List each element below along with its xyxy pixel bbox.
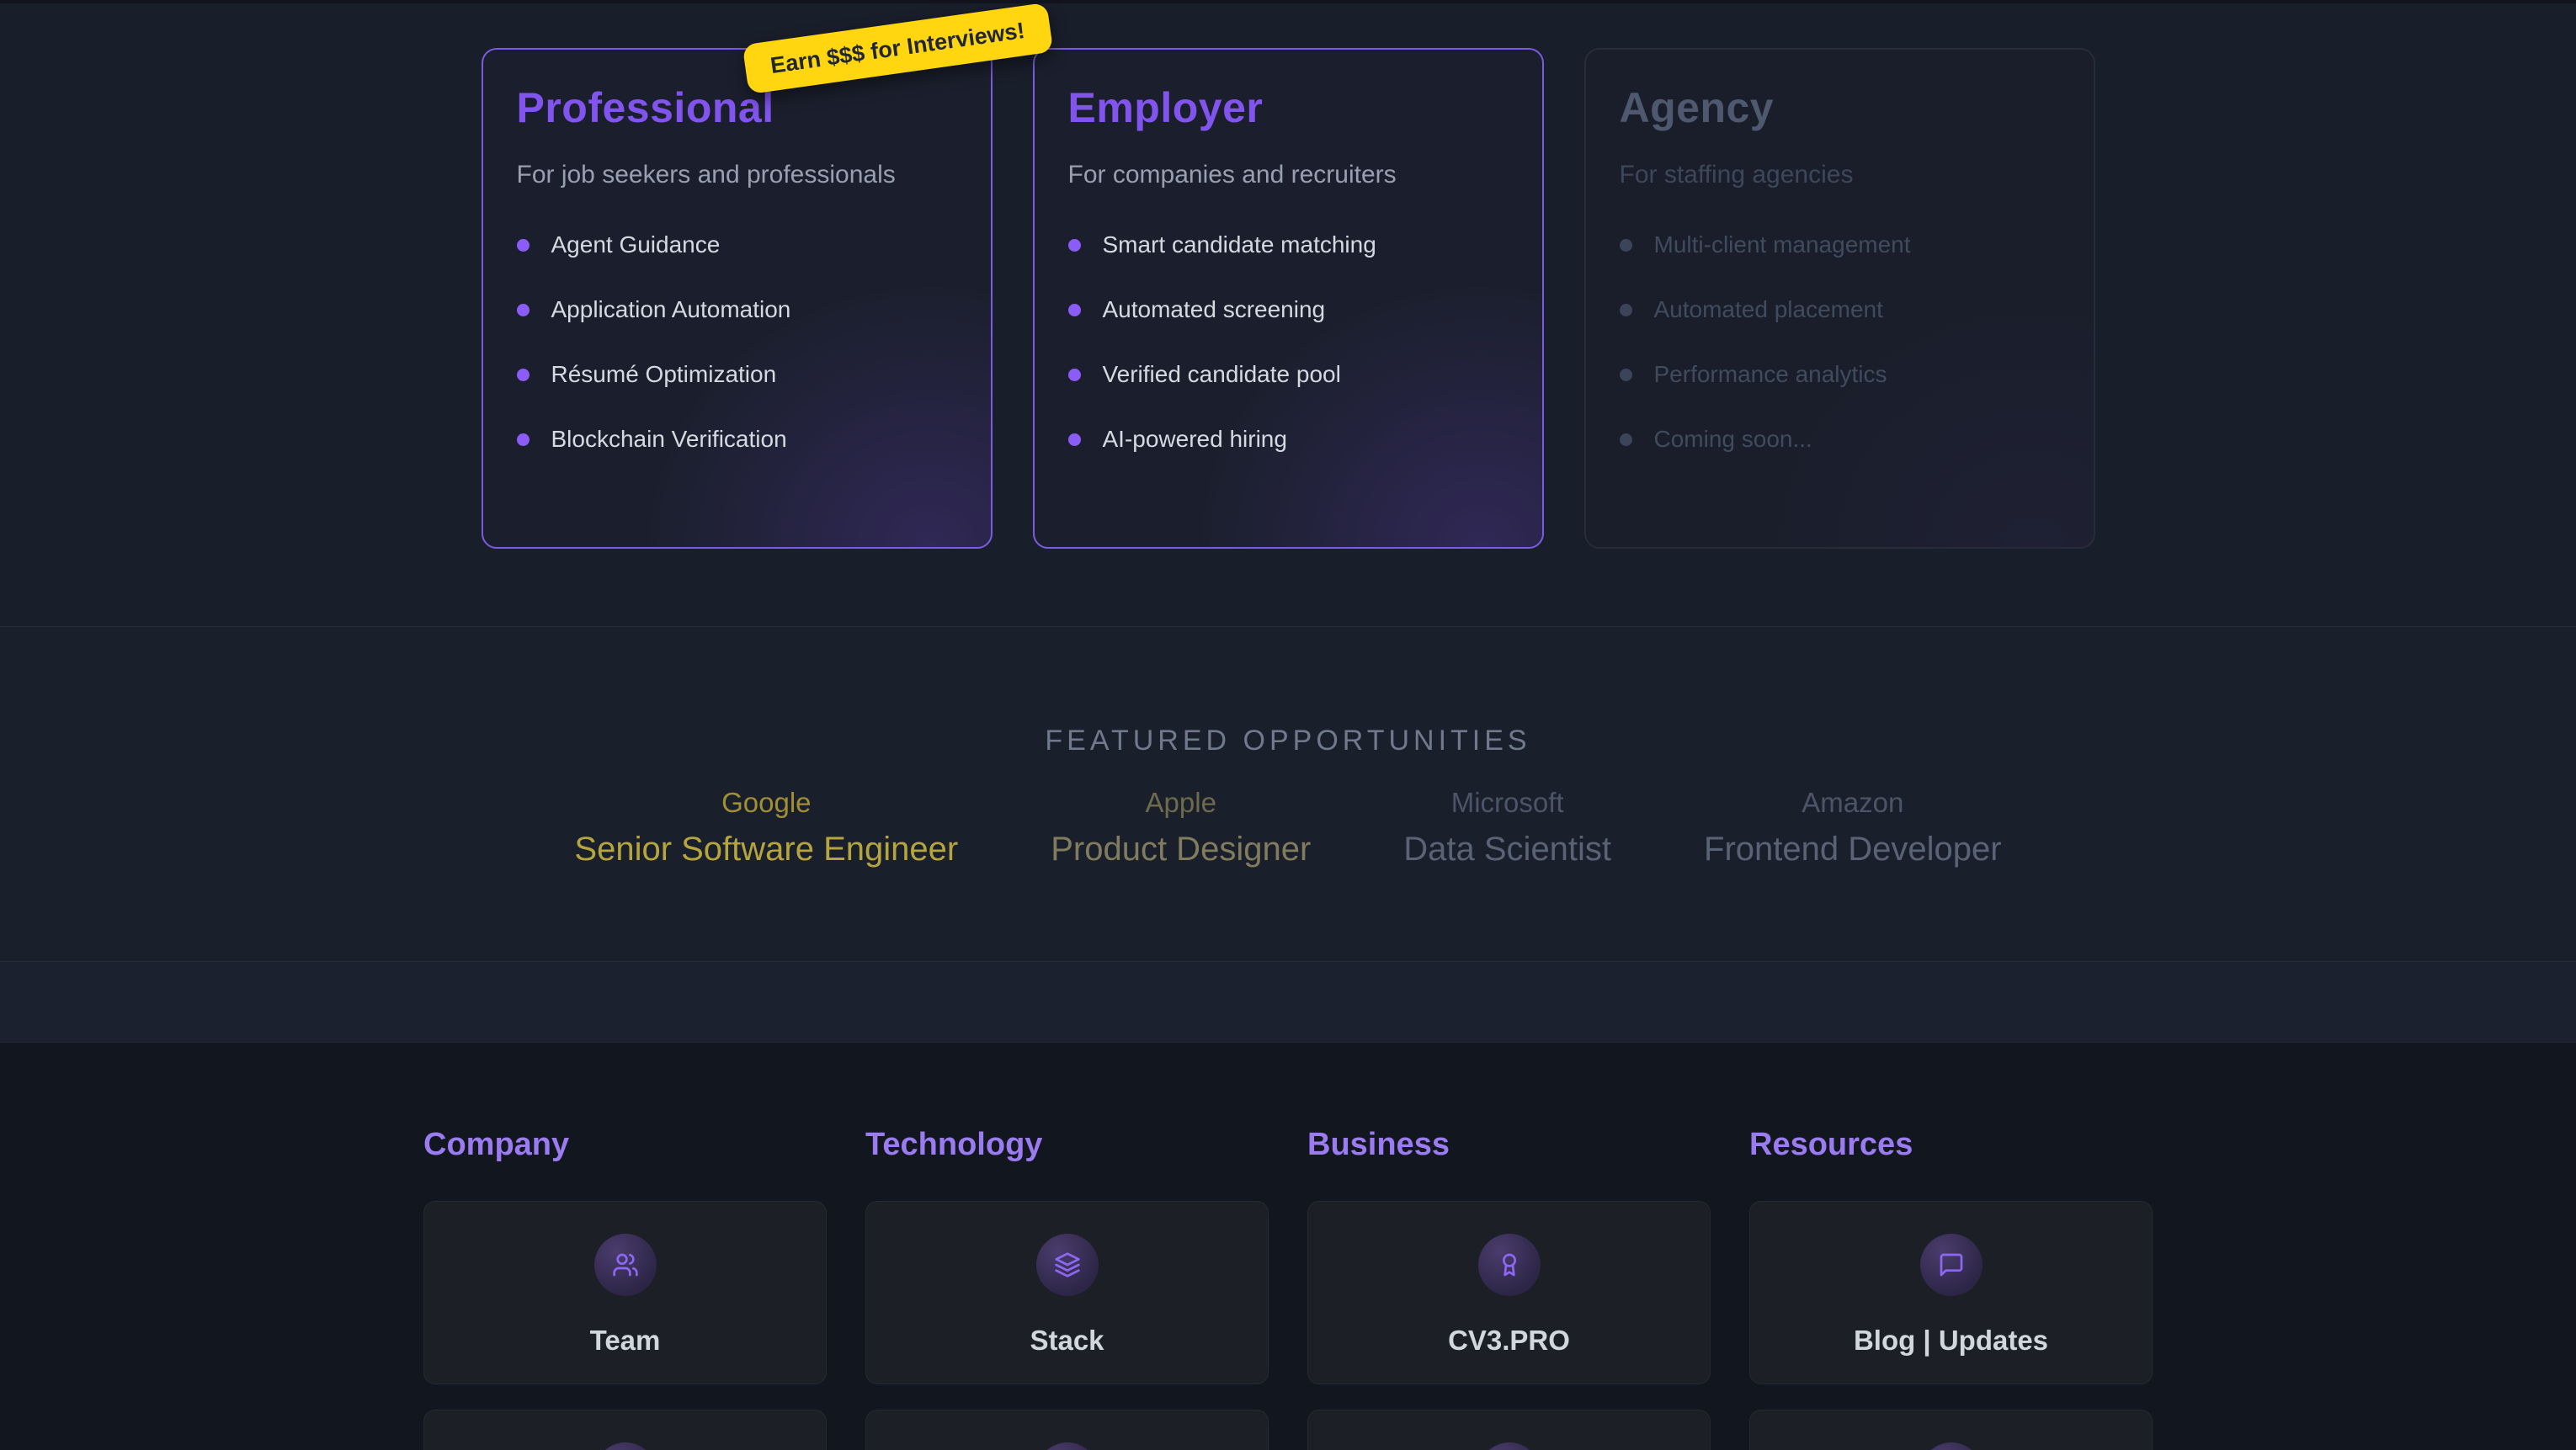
bullet-icon <box>517 304 530 316</box>
job-title: Senior Software Engineer <box>574 830 958 868</box>
bullet-icon <box>517 433 530 446</box>
plan-feature-label: Agent Guidance <box>551 231 721 258</box>
footer-card-partial[interactable] <box>423 1410 827 1450</box>
job-title: Frontend Developer <box>1704 830 2002 868</box>
job-company: Amazon <box>1704 786 2002 820</box>
footer-card-label: Stack <box>1030 1325 1104 1357</box>
plan-feature-label: Automated placement <box>1654 296 1883 323</box>
footer-card-cv3pro[interactable]: CV3.PRO <box>1307 1201 1711 1384</box>
footer-card-partial[interactable] <box>1749 1410 2153 1450</box>
featured-job-amazon[interactable]: Amazon Frontend Developer <box>1704 786 2002 868</box>
featured-jobs-row: Google Senior Software Engineer Apple Pr… <box>0 786 2576 868</box>
plan-card-professional[interactable]: Professional For job seekers and profess… <box>482 48 993 549</box>
award-icon <box>1478 1234 1541 1296</box>
job-company: Google <box>574 786 958 820</box>
job-company: Microsoft <box>1403 786 1611 820</box>
footer-card-team[interactable]: Team <box>423 1201 827 1384</box>
footer-card-icon <box>1478 1442 1541 1450</box>
footer-column-resources: Resources Blog | Updates <box>1749 1127 2153 1450</box>
plan-card-agency: Agency For staffing agencies Multi-clien… <box>1584 48 2095 549</box>
featured-job-google[interactable]: Google Senior Software Engineer <box>574 786 958 868</box>
plan-subtitle: For job seekers and professionals <box>517 161 957 189</box>
plan-feature-label: Smart candidate matching <box>1103 231 1376 258</box>
featured-heading: FEATURED OPPORTUNITIES <box>0 725 2576 757</box>
footer-card-label: Blog | Updates <box>1854 1325 2048 1357</box>
site-footer: Company Team Technology Stack <box>0 1042 2576 1450</box>
page: Earn $$$ for Interviews! Professional Fo… <box>0 0 2576 1450</box>
footer-card-label: CV3.PRO <box>1448 1325 1570 1357</box>
footer-card-label: Team <box>590 1325 661 1357</box>
footer-card-stack[interactable]: Stack <box>865 1201 1269 1384</box>
plan-title: Agency <box>1620 83 2060 132</box>
plan-feature: Multi-client management <box>1620 231 2060 258</box>
plan-feature-label: Résumé Optimization <box>551 361 777 388</box>
footer-column-heading: Company <box>423 1127 827 1163</box>
bullet-icon <box>1068 239 1081 252</box>
footer-column-heading: Business <box>1307 1127 1711 1163</box>
plan-title: Employer <box>1068 83 1509 132</box>
footer-column-heading: Resources <box>1749 1127 2153 1163</box>
plan-subtitle: For staffing agencies <box>1620 161 2060 189</box>
footer-column-company: Company Team <box>423 1127 827 1450</box>
plan-feature: Résumé Optimization <box>517 361 957 388</box>
plan-feature: Automated screening <box>1068 296 1509 323</box>
featured-opportunities-section: FEATURED OPPORTUNITIES Google Senior Sof… <box>0 627 2576 962</box>
plans-section: Earn $$$ for Interviews! Professional Fo… <box>0 0 2576 627</box>
plan-feature: Smart candidate matching <box>1068 231 1509 258</box>
footer-column-technology: Technology Stack <box>865 1127 1269 1450</box>
layers-icon <box>1036 1234 1099 1296</box>
bullet-icon <box>517 239 530 252</box>
footer-column-business: Business CV3.PRO <box>1307 1127 1711 1450</box>
plan-feature: Application Automation <box>517 296 957 323</box>
plan-feature-label: AI-powered hiring <box>1103 426 1287 453</box>
plan-feature-list: Multi-client management Automated placem… <box>1620 231 2060 453</box>
users-icon <box>594 1234 657 1296</box>
bullet-icon <box>1620 239 1632 252</box>
job-title: Data Scientist <box>1403 830 1611 868</box>
plan-title: Professional <box>517 83 957 132</box>
footer-column-heading: Technology <box>865 1127 1269 1163</box>
plan-feature: AI-powered hiring <box>1068 426 1509 453</box>
bullet-icon <box>1620 304 1632 316</box>
bullet-icon <box>1620 369 1632 381</box>
plan-feature-label: Performance analytics <box>1654 361 1887 388</box>
plan-feature-label: Blockchain Verification <box>551 426 787 453</box>
job-title: Product Designer <box>1051 830 1311 868</box>
bullet-icon <box>1068 304 1081 316</box>
section-divider-band <box>0 962 2576 1042</box>
footer-card-blog[interactable]: Blog | Updates <box>1749 1201 2153 1384</box>
plan-feature-label: Coming soon... <box>1654 426 1812 453</box>
plan-feature-list: Smart candidate matching Automated scree… <box>1068 231 1509 453</box>
plan-feature: Performance analytics <box>1620 361 2060 388</box>
plan-feature: Agent Guidance <box>517 231 957 258</box>
bullet-icon <box>1068 433 1081 446</box>
plan-card-employer[interactable]: Employer For companies and recruiters Sm… <box>1033 48 1544 549</box>
plan-feature-label: Multi-client management <box>1654 231 1911 258</box>
footer-card-icon <box>594 1442 657 1450</box>
footer-card-partial[interactable] <box>1307 1410 1711 1450</box>
bullet-icon <box>1620 433 1632 446</box>
featured-job-microsoft[interactable]: Microsoft Data Scientist <box>1403 786 1611 868</box>
plan-subtitle: For companies and recruiters <box>1068 161 1509 189</box>
job-company: Apple <box>1051 786 1311 820</box>
plan-feature-label: Application Automation <box>551 296 791 323</box>
plan-feature: Automated placement <box>1620 296 2060 323</box>
plan-feature: Blockchain Verification <box>517 426 957 453</box>
plan-feature-label: Automated screening <box>1103 296 1326 323</box>
footer-card-icon <box>1036 1442 1099 1450</box>
speech-bubble-icon <box>1920 1234 1983 1296</box>
footer-card-icon <box>1920 1442 1983 1450</box>
featured-job-apple[interactable]: Apple Product Designer <box>1051 786 1311 868</box>
footer-columns: Company Team Technology Stack <box>423 1043 2153 1450</box>
plan-feature-label: Verified candidate pool <box>1103 361 1341 388</box>
plan-feature-list: Agent Guidance Application Automation Ré… <box>517 231 957 453</box>
footer-card-partial[interactable] <box>865 1410 1269 1450</box>
bullet-icon <box>1068 369 1081 381</box>
bullet-icon <box>517 369 530 381</box>
plan-feature: Coming soon... <box>1620 426 2060 453</box>
plan-feature: Verified candidate pool <box>1068 361 1509 388</box>
